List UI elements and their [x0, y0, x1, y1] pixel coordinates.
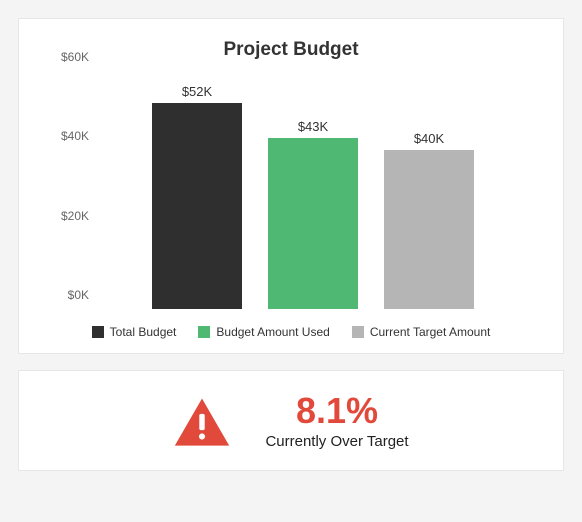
y-axis-tick: $60K [43, 50, 89, 64]
legend-label: Budget Amount Used [216, 325, 329, 339]
chart-bar: $43K [268, 119, 358, 309]
legend-item: Total Budget [92, 325, 177, 339]
bar-rect [152, 103, 242, 309]
legend-label: Total Budget [110, 325, 177, 339]
chart-card: Project Budget $0K$20K$40K$60K $52K$43K$… [18, 18, 564, 354]
chart-plot-area: $0K$20K$40K$60K $52K$43K$40K [97, 71, 529, 309]
chart-title: Project Budget [43, 39, 539, 61]
chart-bars: $52K $43K $40K [97, 71, 529, 309]
chart-bar: $40K [384, 131, 474, 309]
legend-item: Current Target Amount [352, 325, 491, 339]
chart-legend: Total Budget Budget Amount Used Current Ta… [43, 325, 539, 339]
status-text-block: 8.1% Currently Over Target [265, 393, 408, 450]
status-label: Currently Over Target [265, 433, 408, 450]
legend-item: Budget Amount Used [198, 325, 329, 339]
bar-rect [384, 150, 474, 309]
legend-swatch [198, 326, 210, 338]
chart-bar: $52K [152, 84, 242, 309]
bar-value-label: $43K [298, 119, 328, 134]
legend-swatch [92, 326, 104, 338]
bar-rect [268, 138, 358, 309]
legend-label: Current Target Amount [370, 325, 491, 339]
legend-swatch [352, 326, 364, 338]
bar-value-label: $40K [414, 131, 444, 146]
y-axis-tick: $40K [43, 129, 89, 143]
status-card: 8.1% Currently Over Target [18, 370, 564, 471]
status-percent: 8.1% [265, 393, 408, 429]
y-axis-tick: $0K [43, 288, 89, 302]
alert-triangle-icon [173, 396, 231, 448]
bar-value-label: $52K [182, 84, 212, 99]
y-axis-tick: $20K [43, 209, 89, 223]
